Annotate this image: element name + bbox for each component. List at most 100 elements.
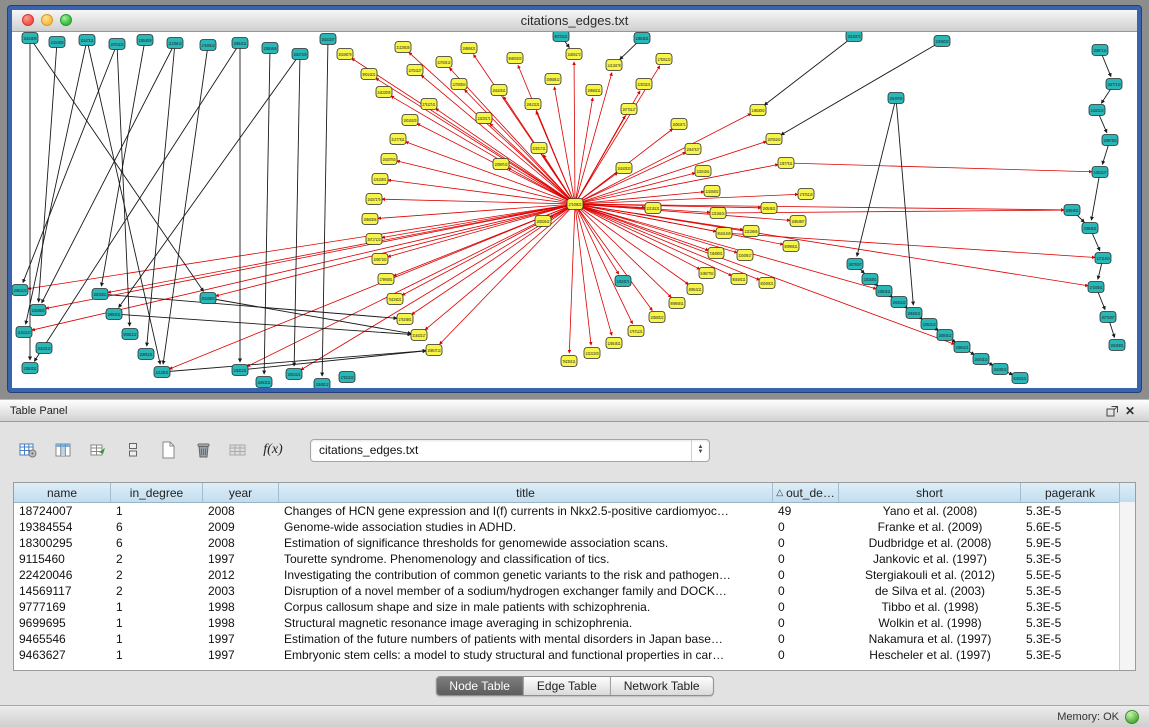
network-node[interactable]: 22040917	[737, 250, 753, 261]
network-node[interactable]: 19893311	[106, 309, 122, 320]
network-node[interactable]: 96609100	[507, 53, 523, 64]
network-node[interactable]: 16547109	[292, 49, 308, 60]
network-node[interactable]: 13584311	[22, 363, 38, 374]
network-node[interactable]: 22203221	[636, 79, 652, 90]
column-header-out_de[interactable]: △out_de…	[773, 483, 839, 502]
network-node[interactable]: 10984121	[954, 342, 970, 353]
new-file-button[interactable]	[156, 438, 180, 462]
column-header-short[interactable]: short	[839, 483, 1021, 502]
network-node[interactable]: 10099742	[493, 159, 509, 170]
tab-edge-table[interactable]: Edge Table	[524, 677, 611, 695]
network-node[interactable]: 89965911	[669, 298, 685, 309]
network-node[interactable]: 12711453	[1095, 253, 1111, 264]
column-header-name[interactable]: name	[14, 483, 111, 502]
network-node[interactable]: 13210666	[743, 226, 759, 237]
network-node[interactable]: 76234021	[387, 294, 403, 305]
network-node[interactable]: 13577511	[778, 158, 794, 169]
network-node[interactable]: 36717123	[366, 234, 382, 245]
network-node[interactable]: 17999381	[378, 274, 394, 285]
tab-network-table[interactable]: Network Table	[611, 677, 713, 695]
network-node[interactable]: 92450121	[1012, 373, 1028, 384]
table-row[interactable]: 946554611997Estimation of the future num…	[14, 631, 1135, 647]
network-node[interactable]: 16162511	[491, 85, 507, 96]
network-node[interactable]: 12165402	[704, 186, 720, 197]
network-node[interactable]: 18130472	[846, 32, 862, 42]
network-node[interactable]: 16153413	[36, 343, 52, 354]
network-node[interactable]: 14534571	[615, 276, 631, 287]
network-node[interactable]: 54957784	[699, 268, 715, 279]
window-titlebar[interactable]: citations_edges.txt	[12, 10, 1137, 32]
network-node[interactable]: 16453211	[256, 377, 272, 388]
network-node[interactable]: 16164309	[22, 33, 38, 44]
network-node[interactable]: 13164161	[695, 166, 711, 177]
network-canvas[interactable]: 1724082219015100212778111818076012610301…	[12, 32, 1137, 388]
column-header-in_degree[interactable]: in_degree	[111, 483, 203, 502]
network-node[interactable]: 16753123	[109, 39, 125, 50]
network-node[interactable]: 16157275	[366, 194, 382, 205]
network-node[interactable]: 14353127	[1092, 167, 1108, 178]
network-node[interactable]: 15816351	[92, 289, 108, 300]
network-node[interactable]: 10984531	[1082, 223, 1098, 234]
close-panel-icon[interactable]: ✕	[1121, 403, 1139, 419]
network-node[interactable]: 73549001	[708, 248, 724, 259]
network-node[interactable]: 99014221	[361, 69, 377, 80]
row-height-button[interactable]	[121, 438, 145, 462]
network-node[interactable]: 18180760	[381, 154, 397, 165]
network-node[interactable]: 21277811	[390, 134, 406, 145]
network-node[interactable]: 18755163	[766, 134, 782, 145]
network-node[interactable]: 10584211	[232, 38, 248, 49]
network-node[interactable]: 25160650	[200, 293, 216, 304]
network-node[interactable]: 10589322	[649, 312, 665, 323]
network-node[interactable]: 13122100	[584, 348, 600, 359]
table-settings-button[interactable]	[16, 438, 40, 462]
network-node[interactable]: 19448794	[888, 93, 904, 104]
network-node[interactable]: 16306173	[566, 49, 582, 60]
float-panel-icon[interactable]	[1103, 403, 1121, 419]
network-node[interactable]: 19558211	[586, 85, 602, 96]
column-header-year[interactable]: year	[203, 483, 279, 502]
network-node[interactable]: 19565356	[362, 214, 378, 225]
network-node[interactable]: 18153107	[320, 34, 336, 45]
network-node[interactable]: 21220638	[395, 42, 411, 53]
table-row[interactable]: 969969511998Structural magnetic resonanc…	[14, 615, 1135, 631]
network-node[interactable]: 16771007	[1100, 312, 1116, 323]
minimize-window-button[interactable]	[41, 14, 53, 26]
network-node[interactable]: 19015100	[402, 115, 418, 126]
network-node[interactable]: 15849211	[906, 308, 922, 319]
network-node[interactable]: 11453123	[16, 327, 32, 338]
network-node[interactable]: 16063471	[671, 119, 687, 130]
network-node[interactable]: 30168079	[337, 49, 353, 60]
network-node[interactable]: 76235411	[561, 356, 577, 367]
zoom-window-button[interactable]	[60, 14, 72, 26]
function-builder-button[interactable]: f(x)	[261, 438, 285, 462]
import-table-button[interactable]	[226, 438, 250, 462]
network-node[interactable]: 19245012	[992, 364, 1008, 375]
network-node[interactable]: 14531231	[232, 365, 248, 376]
network-node[interactable]: 12620650	[30, 305, 46, 316]
network-node[interactable]: 80996511	[783, 241, 799, 252]
network-node[interactable]: 13054113	[921, 319, 937, 330]
network-node[interactable]: 15954987	[790, 216, 806, 227]
network-node[interactable]: 16162533	[616, 163, 632, 174]
network-node[interactable]: 59051312	[122, 329, 138, 340]
table-row[interactable]: 1872400712008Changes of HCN gene express…	[14, 503, 1135, 519]
network-node[interactable]: 12845033	[934, 36, 950, 47]
network-node[interactable]: 13584466	[262, 43, 278, 54]
network-node[interactable]: 17671121	[628, 326, 644, 337]
network-node[interactable]: 10647427	[685, 144, 701, 155]
network-node[interactable]: 10987453	[1102, 135, 1118, 146]
network-node[interactable]: 18277413	[1106, 79, 1122, 90]
network-node[interactable]: 31542217	[411, 330, 427, 341]
network-node[interactable]: 15904713	[426, 345, 442, 356]
network-node[interactable]: 12654811	[606, 338, 622, 349]
table-row[interactable]: 2242004622012Investigating the contribut…	[14, 567, 1135, 583]
network-node[interactable]: 17453123	[339, 372, 355, 383]
network-node[interactable]: 95549211	[731, 274, 747, 285]
network-node[interactable]: 95723141	[553, 32, 569, 42]
table-row[interactable]: 1456911722003Disruption of a novel membe…	[14, 583, 1135, 599]
network-node[interactable]: 48954211	[687, 284, 703, 295]
network-node[interactable]: 25955812	[545, 74, 561, 85]
network-node[interactable]: 17100541	[1088, 282, 1104, 293]
table-row[interactable]: 1938455462009Genome-wide association stu…	[14, 519, 1135, 535]
network-node[interactable]: 15905131	[138, 349, 154, 360]
